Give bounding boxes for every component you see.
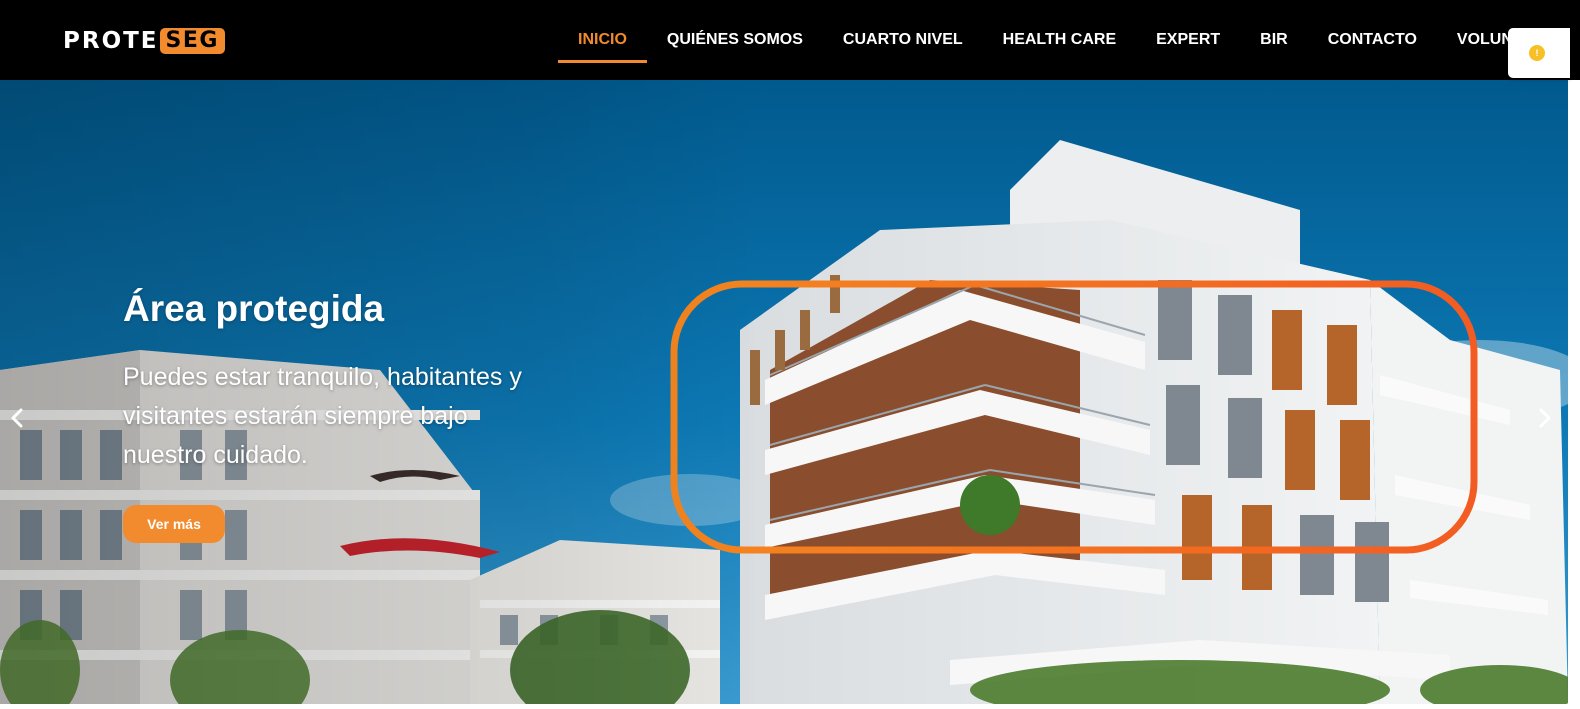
logo-text-seg: SEG	[159, 28, 225, 54]
scrollbar-track[interactable]	[1568, 80, 1580, 709]
nav-item-health-care[interactable]: HEALTH CARE	[983, 0, 1136, 80]
hero-slider: Área protegida Puedes estar tranquilo, h…	[0, 80, 1568, 704]
nav-item-bir[interactable]: BIR	[1240, 0, 1308, 80]
nav-item-contacto[interactable]: CONTACTO	[1308, 0, 1437, 80]
logo-text-prote: PROTE	[63, 28, 159, 54]
hero-description: Puedes estar tranquilo, habitantes y vis…	[123, 363, 522, 469]
nav-item-inicio[interactable]: INICIO	[558, 0, 647, 80]
nav-item-cuarto-nivel[interactable]: CUARTO NIVEL	[823, 0, 983, 80]
hero-title: Área protegida	[123, 288, 385, 329]
page-bottom-edge	[0, 704, 1580, 709]
brand-logo[interactable]: PROTE SEG	[63, 28, 225, 54]
site-header: PROTE SEG INICIO QUIÉNES SOMOS CUARTO NI…	[0, 0, 1580, 80]
main-nav: INICIO QUIÉNES SOMOS CUARTO NIVEL HEALTH…	[558, 0, 1553, 80]
chevron-right-icon[interactable]	[1532, 406, 1556, 430]
notification-widget[interactable]: !	[1508, 28, 1570, 78]
ver-mas-button[interactable]: Ver más	[123, 505, 225, 543]
chevron-left-icon[interactable]	[6, 406, 30, 430]
nav-item-expert[interactable]: EXPERT	[1136, 0, 1240, 80]
info-icon: !	[1529, 45, 1545, 61]
nav-item-quienes-somos[interactable]: QUIÉNES SOMOS	[647, 0, 823, 80]
